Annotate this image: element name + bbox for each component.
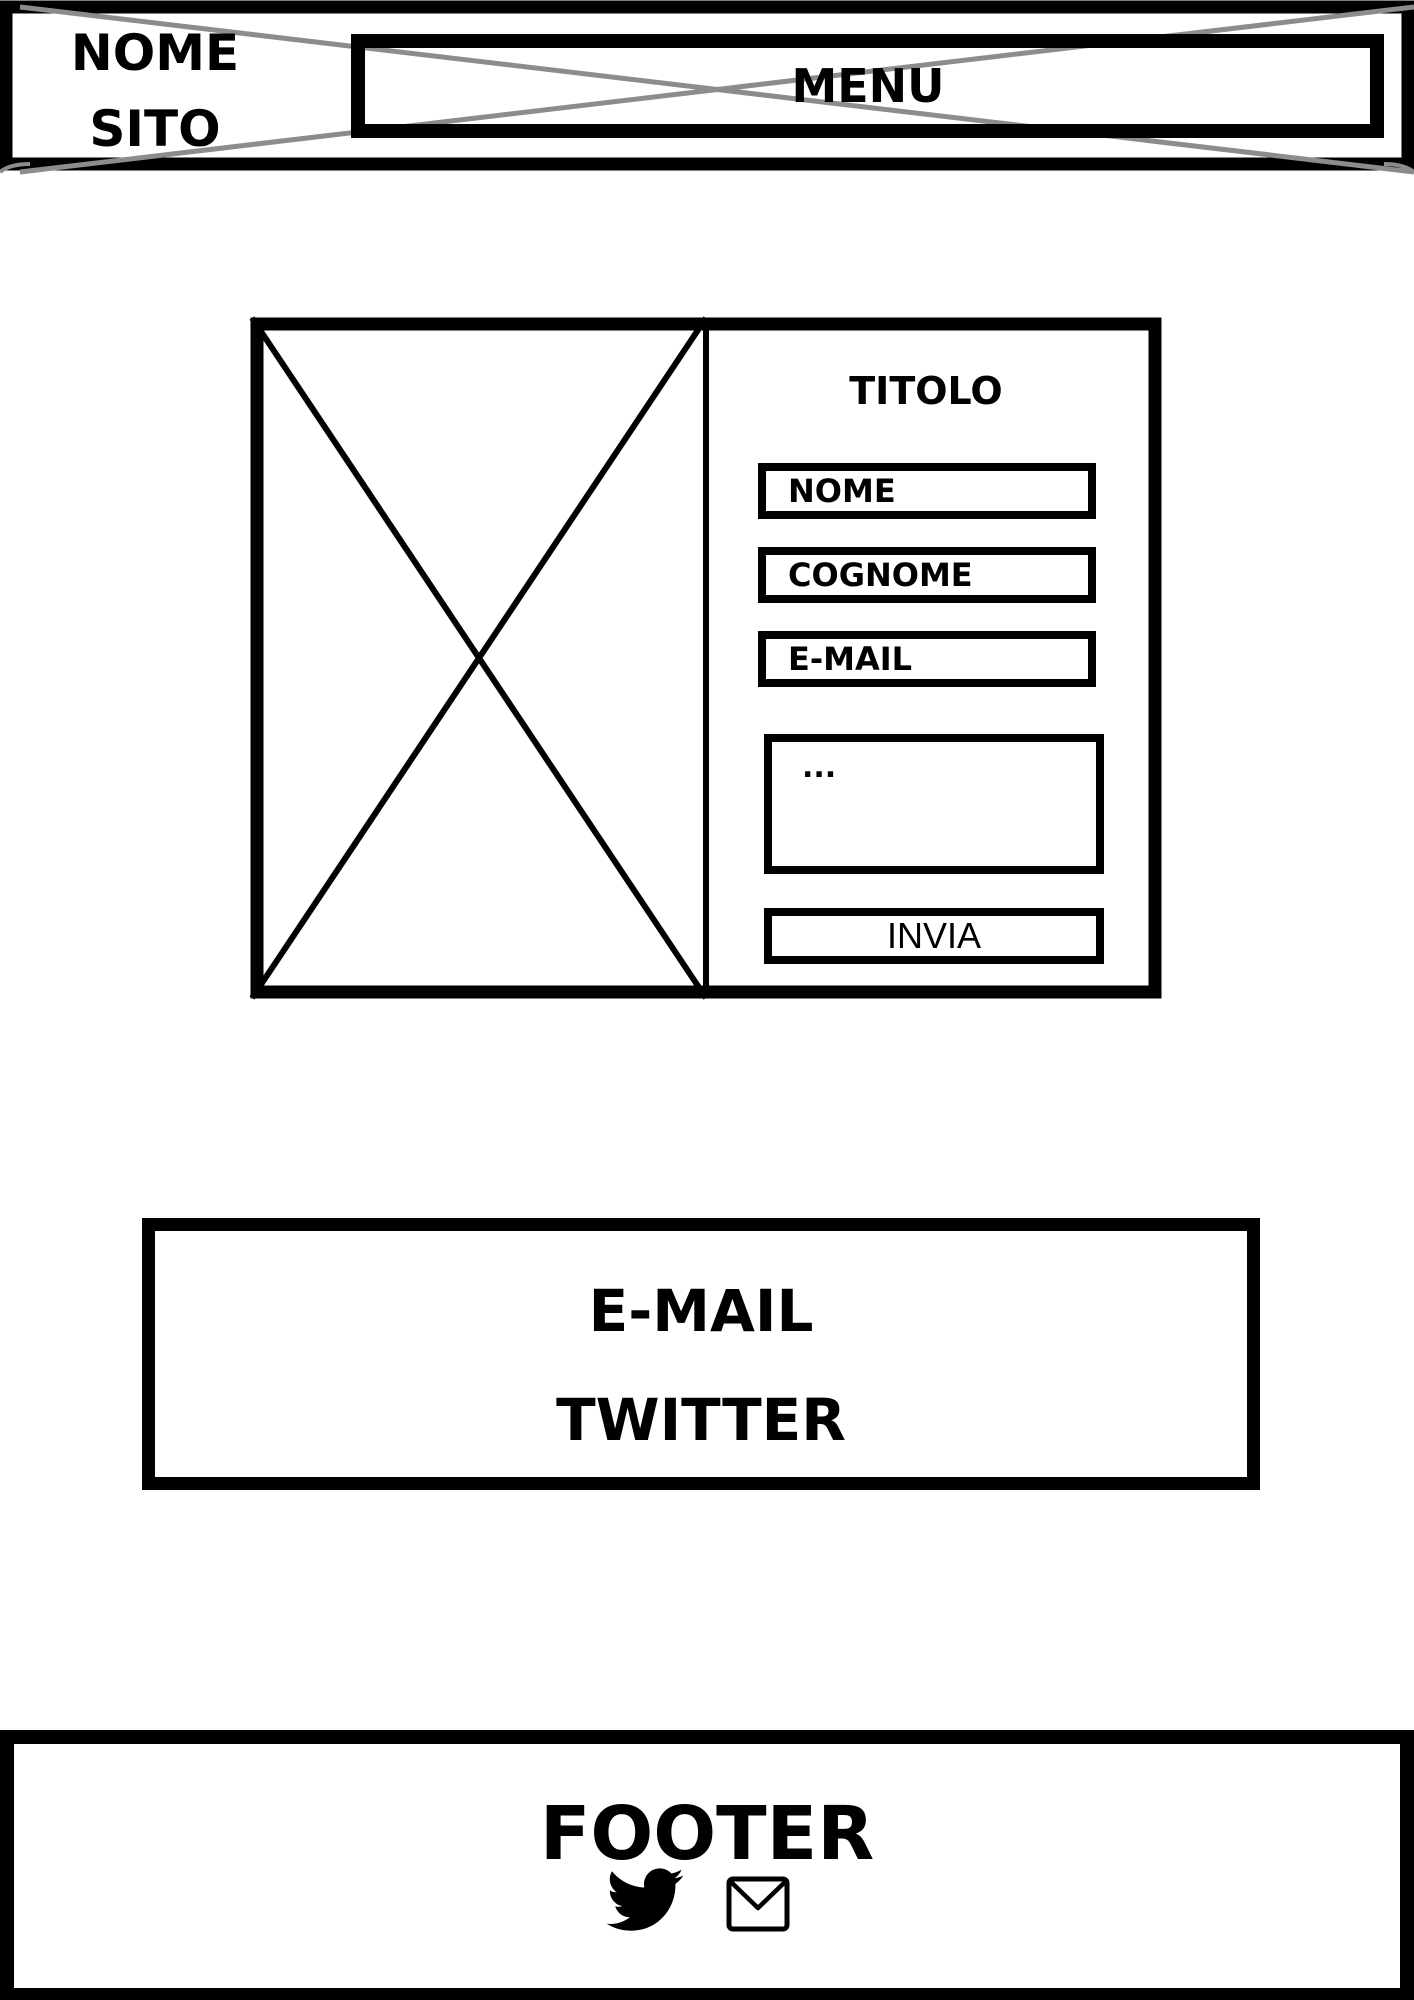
footer: FOOTER: [0, 1730, 1414, 2000]
email-field[interactable]: E-MAIL: [758, 631, 1096, 687]
mail-icon[interactable]: [726, 1876, 790, 1932]
site-name[interactable]: NOME SITO: [40, 15, 270, 167]
wireframe-strokes: [0, 0, 1414, 1000]
twitter-icon[interactable]: [605, 1868, 685, 1932]
email-link[interactable]: E-MAIL: [155, 1276, 1247, 1346]
submit-button-label: INVIA: [886, 915, 982, 956]
nome-field[interactable]: NOME: [758, 463, 1096, 519]
message-textarea[interactable]: ...: [764, 734, 1104, 874]
menu[interactable]: MENU: [358, 50, 1378, 122]
message-placeholder: ...: [802, 750, 837, 785]
site-name-line2: SITO: [89, 100, 221, 158]
twitter-link[interactable]: TWITTER: [155, 1385, 1247, 1455]
cognome-field-label: COGNOME: [788, 556, 973, 594]
email-field-label: E-MAIL: [788, 640, 913, 678]
image-placeholder: [264, 331, 700, 985]
contact-links-box: E-MAIL TWITTER: [142, 1218, 1260, 1490]
site-name-line1: NOME: [70, 24, 240, 82]
cognome-field[interactable]: COGNOME: [758, 547, 1096, 603]
form-title: TITOLO: [849, 369, 1003, 413]
submit-button[interactable]: INVIA: [764, 908, 1104, 964]
nome-field-label: NOME: [788, 472, 896, 510]
footer-title: FOOTER: [539, 1791, 875, 1877]
